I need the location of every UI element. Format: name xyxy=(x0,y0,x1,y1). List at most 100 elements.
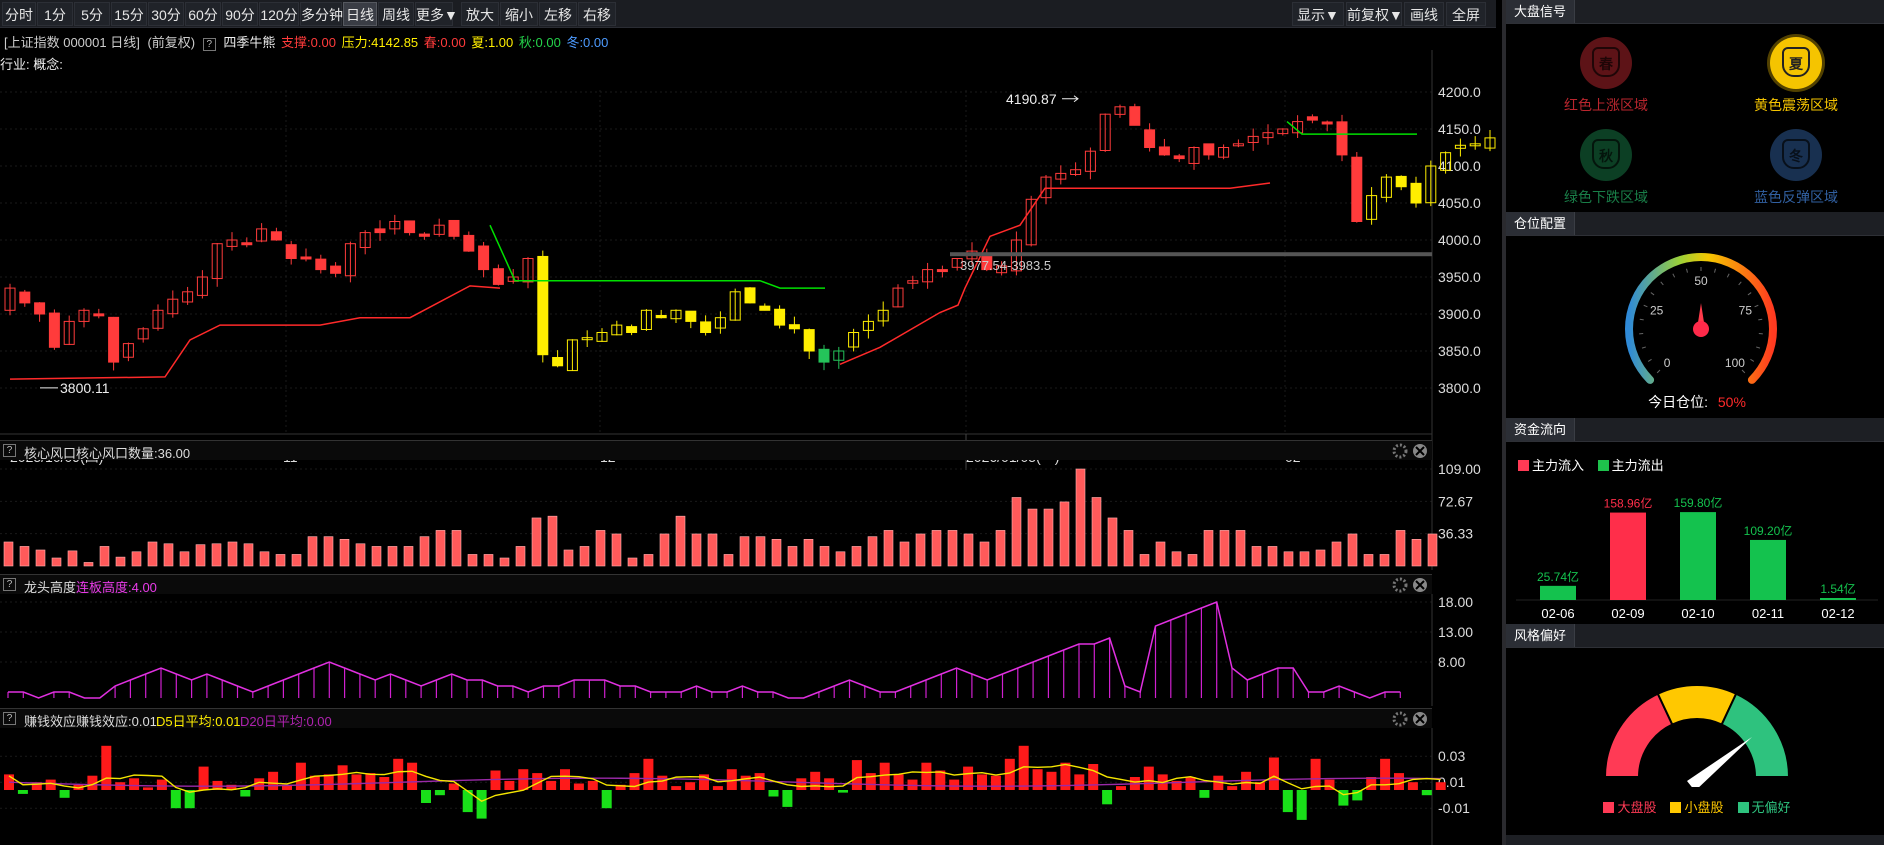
candle-body xyxy=(418,233,430,237)
summer-value: 夏:1.00 xyxy=(471,35,514,50)
flow-in-label: 主力流入 xyxy=(1532,458,1585,473)
period-button-7[interactable]: 120分 xyxy=(259,2,299,26)
gauge-minor-tick xyxy=(1750,358,1755,362)
money-bar xyxy=(1143,766,1154,790)
period-button-8[interactable]: 多分钟 xyxy=(300,2,343,26)
gauge-minor-tick xyxy=(1756,346,1761,349)
signal-title[interactable]: 大盘信号 xyxy=(1506,0,1576,23)
money-bar xyxy=(560,769,570,790)
candle-body xyxy=(1336,121,1348,156)
gauge-minor-tick xyxy=(1639,318,1644,321)
period-button-3[interactable]: 15分 xyxy=(111,2,147,26)
money-bar xyxy=(393,758,404,790)
wind-bar xyxy=(387,546,398,567)
wind-bar xyxy=(627,557,638,567)
season-3[interactable]: 冬蓝色反弹区域 xyxy=(1716,129,1876,207)
y-tick-label: 3950.0 xyxy=(1438,269,1481,285)
money-bar xyxy=(1046,771,1057,790)
period-button-9[interactable]: 日线 xyxy=(343,2,377,26)
gauge-minor-tick xyxy=(1714,268,1716,273)
position-header: 仓位配置 xyxy=(1506,212,1884,236)
gauge-minor-tick xyxy=(1650,292,1655,296)
position-gauge: 0 25 50 75 100 xyxy=(1625,253,1777,384)
help-icon[interactable]: ? xyxy=(3,712,16,725)
wind-bar xyxy=(339,539,350,567)
dragon-panel-header: ? 龙头高度 连板高度:4.00 xyxy=(0,574,1432,595)
candle-body xyxy=(700,321,712,334)
wind-bar xyxy=(579,546,590,567)
season-label: 黄色震荡区域 xyxy=(1754,97,1838,113)
dragon-line xyxy=(8,600,1401,699)
period-button-1[interactable]: 1分 xyxy=(37,2,73,26)
money-bar xyxy=(879,762,890,790)
gauge-tick-label: 50 xyxy=(1694,274,1708,288)
period-button-14[interactable]: 左移 xyxy=(539,2,577,26)
gauge-minor-tick xyxy=(1660,281,1664,286)
help-icon[interactable]: ? xyxy=(3,578,16,591)
period-button-5[interactable]: 60分 xyxy=(185,2,221,26)
flow-out-label: 主力流出 xyxy=(1611,458,1664,473)
season-0[interactable]: 春红色上涨区域 xyxy=(1526,37,1686,115)
wind-tick-label: 36.33 xyxy=(1438,526,1473,542)
wind-bar-chart[interactable]: 109.00 72.67 36.33 xyxy=(0,460,1496,570)
gear-icon[interactable] xyxy=(1392,711,1408,727)
period-button-15[interactable]: 右移 xyxy=(578,2,616,26)
season-badge-icon: 春 xyxy=(1580,37,1632,89)
period-button-12[interactable]: 放大 xyxy=(461,2,499,26)
season-signal-panel: 春红色上涨区域夏黄色震荡区域秋绿色下跌区域冬蓝色反弹区域 xyxy=(1506,25,1884,211)
style-legend-swatch xyxy=(1603,802,1615,813)
wind-bar xyxy=(1219,530,1230,567)
flow-title[interactable]: 资金流向 xyxy=(1506,418,1576,441)
gauge-minor-tick xyxy=(1741,369,1746,374)
candle-body xyxy=(374,228,386,234)
sidebar-bottom-tabs[interactable] xyxy=(1506,835,1884,845)
style-title[interactable]: 风格偏好 xyxy=(1506,624,1576,647)
wind-bar xyxy=(1315,549,1326,567)
money-bar xyxy=(601,790,612,809)
position-title[interactable]: 仓位配置 xyxy=(1506,212,1576,235)
period-button-13[interactable]: 缩小 xyxy=(500,2,538,26)
money-bar xyxy=(949,779,960,790)
candle-body xyxy=(1173,155,1185,160)
wind-bar xyxy=(547,515,558,567)
money-bar xyxy=(434,790,445,796)
period-button-0[interactable]: 分时 xyxy=(2,2,36,26)
help-icon[interactable]: ? xyxy=(3,444,16,457)
wind-bar xyxy=(867,536,878,567)
period-button-6[interactable]: 90分 xyxy=(222,2,258,26)
dragon-height-chart[interactable]: 18.00 13.00 8.00 xyxy=(0,594,1496,706)
money-bar xyxy=(1310,758,1321,790)
period-button-11[interactable]: 更多▼ xyxy=(415,2,458,26)
money-bar xyxy=(657,775,668,790)
wind-bar xyxy=(451,530,462,567)
wind-bar xyxy=(515,546,526,567)
period-button-4[interactable]: 30分 xyxy=(148,2,184,26)
money-bar xyxy=(1185,777,1196,790)
wind-bar xyxy=(1139,554,1150,567)
candlestick-chart[interactable]: 4200.0 4150.0 4100.0 4050.0 4000.0 3950.0 3900… xyxy=(0,50,1496,470)
wind-bar xyxy=(723,554,734,567)
candle-body xyxy=(34,302,46,315)
candle-body xyxy=(1306,116,1318,121)
fullscreen-button[interactable]: 全屏 xyxy=(1446,2,1486,26)
flow-bar-value: 25.74亿 xyxy=(1537,569,1579,584)
wind-bar xyxy=(275,554,286,567)
money-effect-chart[interactable]: 0.030.01-0.01 xyxy=(0,728,1496,845)
gear-icon[interactable] xyxy=(1392,577,1408,593)
money-bar xyxy=(365,773,376,790)
season-2[interactable]: 秋绿色下跌区域 xyxy=(1526,129,1686,207)
gear-icon[interactable] xyxy=(1392,443,1408,459)
candle-body xyxy=(685,310,697,322)
period-button-10[interactable]: 周线 xyxy=(378,2,414,26)
gauge-minor-tick xyxy=(1643,304,1648,308)
wind-bar xyxy=(1027,508,1038,567)
display-menu-button[interactable]: 显示▼ xyxy=(1292,2,1344,26)
wind-bar xyxy=(1427,533,1438,567)
draw-line-button[interactable]: 画线 xyxy=(1404,2,1444,26)
period-button-2[interactable]: 5分 xyxy=(74,2,110,26)
wind-bar xyxy=(947,530,958,567)
season-1[interactable]: 夏黄色震荡区域 xyxy=(1716,37,1876,115)
money-bar xyxy=(685,782,696,790)
adjust-menu-button[interactable]: 前复权▼ xyxy=(1346,2,1403,26)
wind-bar xyxy=(67,550,78,567)
